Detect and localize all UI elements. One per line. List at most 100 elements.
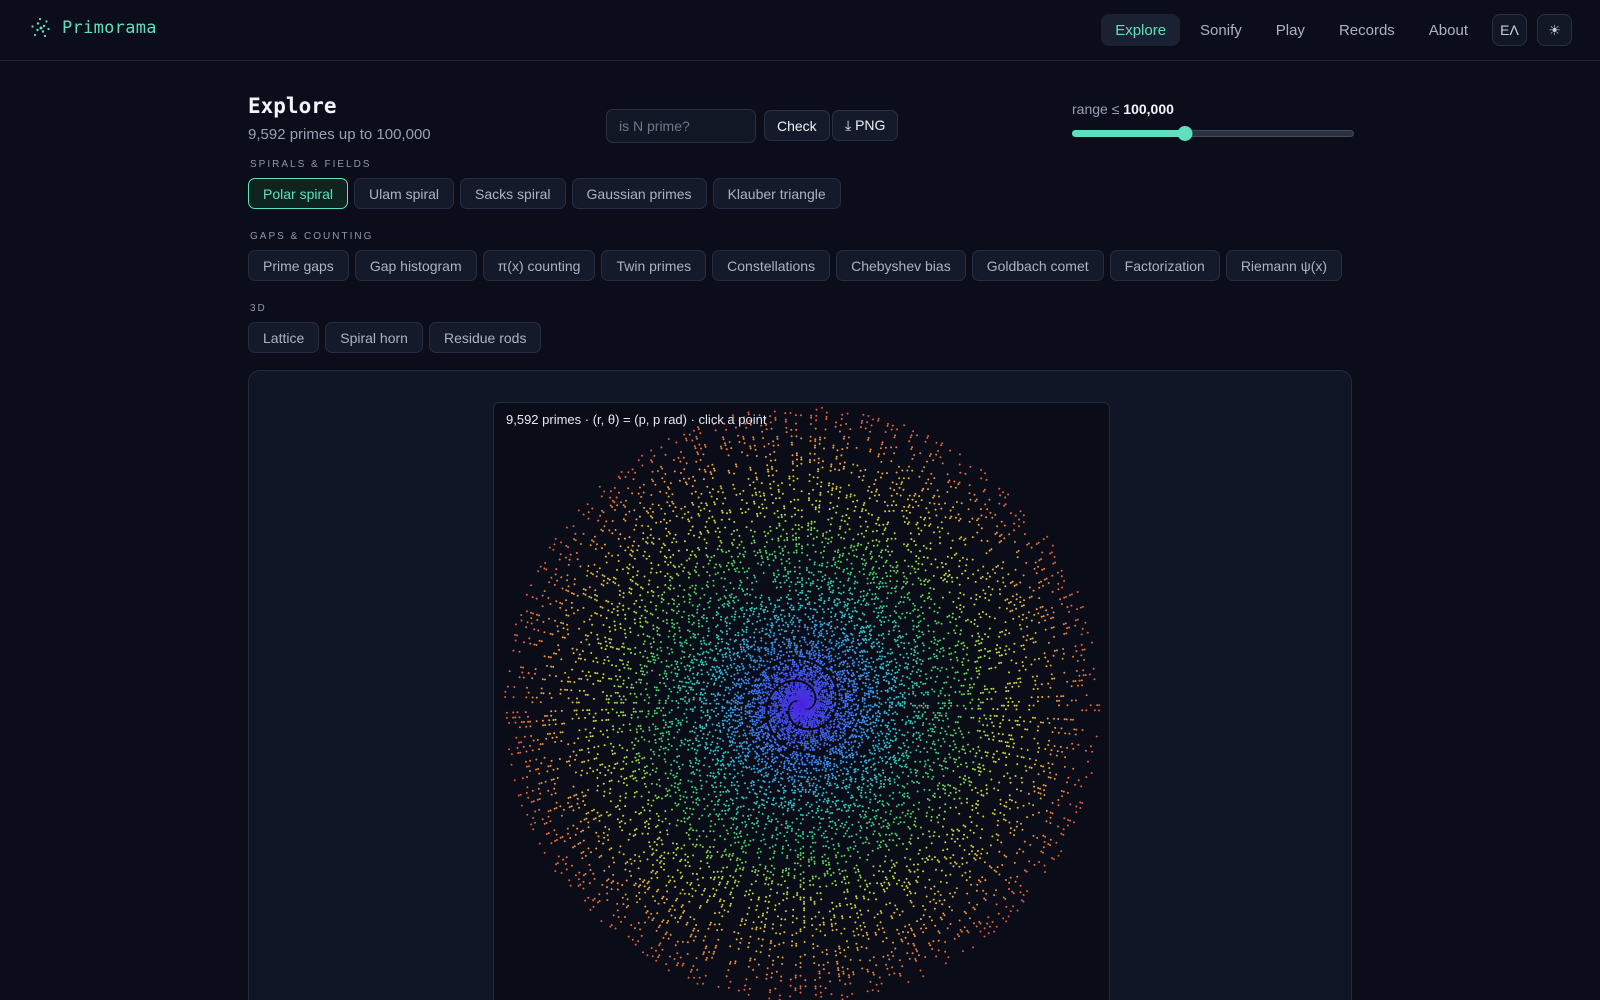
prime-point[interactable]: [810, 736, 812, 739]
prime-point[interactable]: [785, 756, 787, 759]
prime-point[interactable]: [729, 711, 732, 714]
prime-point[interactable]: [901, 701, 904, 703]
prime-point[interactable]: [738, 832, 741, 835]
prime-point[interactable]: [868, 683, 871, 686]
prime-point[interactable]: [869, 689, 872, 692]
prime-point[interactable]: [725, 642, 728, 645]
prime-point[interactable]: [847, 577, 850, 580]
prime-point[interactable]: [757, 713, 760, 716]
prime-point[interactable]: [883, 742, 886, 744]
prime-point[interactable]: [690, 762, 692, 764]
prime-point[interactable]: [795, 760, 798, 763]
prime-point[interactable]: [738, 615, 741, 618]
prime-point[interactable]: [855, 799, 858, 802]
prime-point[interactable]: [742, 747, 744, 750]
prime-point[interactable]: [880, 658, 883, 661]
prime-point[interactable]: [785, 596, 788, 599]
prime-point[interactable]: [699, 744, 701, 747]
prime-point[interactable]: [912, 628, 915, 631]
prime-point[interactable]: [792, 808, 795, 811]
prime-point[interactable]: [772, 718, 775, 721]
prime-point[interactable]: [726, 633, 728, 635]
prime-point[interactable]: [814, 710, 817, 713]
prime-point[interactable]: [733, 764, 735, 767]
prime-point[interactable]: [777, 780, 780, 783]
prime-point[interactable]: [792, 763, 795, 766]
prime-point[interactable]: [748, 690, 751, 693]
prime-point[interactable]: [701, 661, 704, 664]
prime-point[interactable]: [749, 743, 752, 746]
prime-point[interactable]: [739, 697, 742, 700]
prime-point[interactable]: [708, 715, 711, 718]
prime-point[interactable]: [896, 643, 899, 646]
prime-point[interactable]: [721, 709, 724, 712]
prime-point[interactable]: [797, 779, 800, 782]
prime-point[interactable]: [683, 651, 686, 654]
prime-point[interactable]: [887, 733, 890, 736]
prime-point[interactable]: [895, 704, 898, 707]
prime-point[interactable]: [701, 737, 704, 740]
prime-point[interactable]: [861, 734, 864, 737]
prime-point[interactable]: [929, 734, 932, 737]
prime-point[interactable]: [773, 650, 776, 653]
prime-point[interactable]: [907, 746, 910, 749]
prime-point[interactable]: [761, 671, 764, 674]
prime-point[interactable]: [901, 794, 904, 797]
prime-point[interactable]: [695, 759, 698, 761]
prime-point[interactable]: [702, 681, 705, 684]
prime-point[interactable]: [696, 608, 699, 611]
prime-point[interactable]: [905, 652, 908, 655]
prime-point[interactable]: [844, 613, 847, 616]
prime-point[interactable]: [840, 628, 843, 631]
prime-point[interactable]: [848, 690, 851, 693]
prime-point[interactable]: [892, 791, 895, 794]
prime-point[interactable]: [745, 823, 748, 826]
prime-point[interactable]: [844, 699, 847, 702]
prime-point[interactable]: [831, 584, 834, 587]
prime-point[interactable]: [782, 636, 785, 639]
prime-point[interactable]: [765, 682, 768, 685]
prime-point[interactable]: [827, 737, 830, 740]
prime-point[interactable]: [893, 722, 896, 725]
prime-point[interactable]: [850, 747, 853, 749]
prime-point[interactable]: [816, 741, 819, 744]
prime-point[interactable]: [841, 673, 844, 676]
prime-point[interactable]: [860, 649, 863, 652]
prime-point[interactable]: [881, 769, 884, 772]
prime-point[interactable]: [913, 710, 916, 713]
prime-point[interactable]: [813, 657, 816, 659]
prime-point[interactable]: [832, 708, 835, 711]
prime-point[interactable]: [743, 782, 746, 785]
prime-point[interactable]: [734, 693, 737, 696]
prime-point[interactable]: [711, 735, 714, 738]
prime-point[interactable]: [828, 577, 831, 580]
prime-point[interactable]: [740, 745, 743, 748]
prime-point[interactable]: [878, 701, 881, 704]
prime-point[interactable]: [662, 719, 665, 722]
prime-point[interactable]: [894, 759, 897, 762]
prime-point[interactable]: [814, 673, 817, 676]
prime-point[interactable]: [901, 675, 904, 678]
prime-point[interactable]: [739, 686, 741, 689]
prime-point[interactable]: [843, 806, 846, 809]
prime-point[interactable]: [760, 646, 763, 649]
prime-point[interactable]: [818, 695, 821, 698]
prime-point[interactable]: [881, 642, 884, 645]
prime-point[interactable]: [812, 734, 815, 737]
prime-point[interactable]: [809, 673, 811, 675]
prime-point[interactable]: [686, 675, 689, 678]
prime-point[interactable]: [766, 697, 769, 700]
prime-point[interactable]: [853, 718, 855, 721]
prime-point[interactable]: [805, 722, 808, 725]
prime-point[interactable]: [723, 715, 726, 718]
prime-point[interactable]: [792, 804, 795, 807]
prime-point[interactable]: [689, 644, 692, 647]
prime-point[interactable]: [763, 710, 766, 713]
prime-point[interactable]: [847, 791, 850, 794]
prime-point[interactable]: [828, 661, 831, 664]
prime-point[interactable]: [878, 734, 880, 737]
prime-point[interactable]: [846, 638, 849, 640]
prime-point[interactable]: [906, 676, 909, 679]
prime-point[interactable]: [926, 706, 929, 709]
prime-point[interactable]: [761, 706, 764, 709]
